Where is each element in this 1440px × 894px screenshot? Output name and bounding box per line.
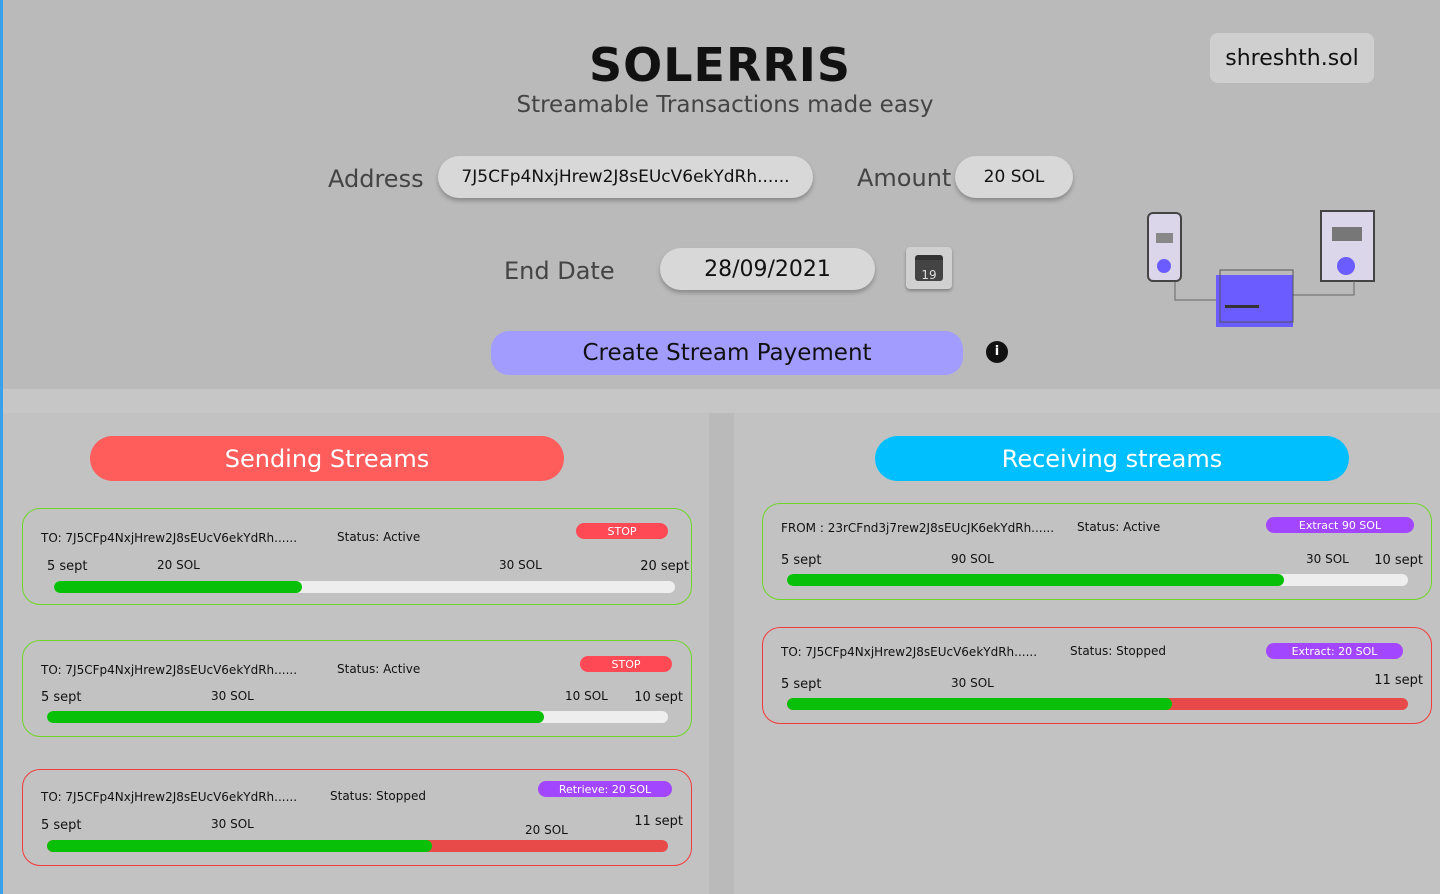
stream-progress-bar: [54, 581, 675, 593]
stream-action-button[interactable]: Extract: 20 SOL: [1266, 643, 1403, 659]
stream-status: Status: Stopped: [330, 789, 426, 803]
stream-progress-bar: [787, 698, 1408, 710]
stream-start-date: 5 sept: [781, 553, 822, 568]
create-stream-button[interactable]: Create Stream Payement: [491, 331, 963, 375]
stream-action-button[interactable]: Extract 90 SOL: [1266, 517, 1414, 533]
address-label: Address: [328, 165, 424, 193]
wallet-button[interactable]: shreshth.sol: [1210, 33, 1374, 83]
stream-recipient: TO: 7J5CFp4NxjHrew2J8sEUcV6ekYdRh......: [41, 531, 298, 545]
stream-total-amount: 30 SOL: [1306, 552, 1349, 566]
stream-progress-bar: [47, 711, 668, 723]
stream-total-amount: 30 SOL: [499, 558, 542, 572]
phone-icon: [1147, 212, 1182, 282]
stream-status: Status: Active: [1077, 520, 1161, 534]
illustration: [1147, 210, 1375, 327]
wallet-icon: [1216, 269, 1294, 327]
stream-action-button[interactable]: Retrieve: 20 SOL: [538, 781, 672, 797]
stream-end-date: 11 sept: [634, 814, 683, 829]
stream-total-amount: 20 SOL: [525, 823, 568, 837]
stream-action-button[interactable]: STOP: [580, 656, 672, 672]
stream-start-date: 5 sept: [47, 559, 88, 574]
amount-label: Amount: [857, 164, 952, 192]
calendar-icon: 19: [915, 255, 943, 282]
stream-progress-fill: [787, 698, 1173, 710]
stream-progress-fill: [54, 581, 303, 593]
stream-recipient: FROM : 23rCFnd3j7rew2J8sEUcJK6ekYdRh....…: [781, 521, 1055, 535]
stream-card: TO: 7J5CFp4NxjHrew2J8sEUcV6ekYdRh...... …: [762, 627, 1432, 724]
receiving-streams-header: Receiving streams: [875, 436, 1349, 481]
stream-card: TO: 7J5CFp4NxjHrew2J8sEUcV6ekYdRh...... …: [22, 640, 692, 737]
stream-card: FROM : 23rCFnd3j7rew2J8sEUcJK6ekYdRh....…: [762, 503, 1432, 600]
stream-progress-bar: [787, 574, 1408, 586]
stream-progress-fill: [47, 711, 544, 723]
stream-streamed-amount: 90 SOL: [951, 552, 994, 566]
stream-streamed-amount: 30 SOL: [211, 689, 254, 703]
info-icon[interactable]: i: [986, 341, 1008, 363]
divider-band: [3, 389, 1440, 413]
stream-recipient: TO: 7J5CFp4NxjHrew2J8sEUcV6ekYdRh......: [41, 790, 298, 804]
stream-status: Status: Stopped: [1070, 644, 1166, 658]
end-date-label: End Date: [504, 257, 615, 285]
address-input[interactable]: 7J5CFp4NxjHrew2J8sEUcV6ekYdRh......: [438, 156, 813, 198]
stream-start-date: 5 sept: [41, 690, 82, 705]
stream-progress-fill: [47, 840, 433, 852]
app-subtitle: Streamable Transactions made easy: [516, 92, 934, 118]
stream-streamed-amount: 30 SOL: [211, 817, 254, 831]
stream-start-date: 5 sept: [41, 818, 82, 833]
stream-streamed-amount: 20 SOL: [157, 558, 200, 572]
stream-streamed-amount: 30 SOL: [951, 676, 994, 690]
document-icon: [1320, 210, 1375, 282]
stream-card: TO: 7J5CFp4NxjHrew2J8sEUcV6ekYdRh...... …: [22, 508, 692, 605]
stream-recipient: TO: 7J5CFp4NxjHrew2J8sEUcV6ekYdRh......: [41, 663, 298, 677]
stream-card: TO: 7J5CFp4NxjHrew2J8sEUcV6ekYdRh...... …: [22, 769, 692, 866]
stream-total-amount: 10 SOL: [565, 689, 608, 703]
stream-action-button[interactable]: STOP: [576, 523, 668, 539]
amount-input[interactable]: 20 SOL: [955, 156, 1073, 198]
stream-status: Status: Active: [337, 662, 421, 676]
stream-end-date: 10 sept: [634, 690, 683, 705]
stream-progress-fill: [787, 574, 1284, 586]
stream-progress-bar: [47, 840, 668, 852]
stream-status: Status: Active: [337, 530, 421, 544]
stream-end-date: 10 sept: [1374, 553, 1423, 568]
stream-end-date: 11 sept: [1374, 673, 1423, 688]
calendar-button[interactable]: 19: [906, 247, 952, 289]
stream-end-date: 20 sept: [640, 559, 689, 574]
stream-start-date: 5 sept: [781, 677, 822, 692]
sending-streams-header: Sending Streams: [90, 436, 564, 481]
stream-recipient: TO: 7J5CFp4NxjHrew2J8sEUcV6ekYdRh......: [781, 645, 1038, 659]
end-date-input[interactable]: 28/09/2021: [660, 248, 875, 290]
